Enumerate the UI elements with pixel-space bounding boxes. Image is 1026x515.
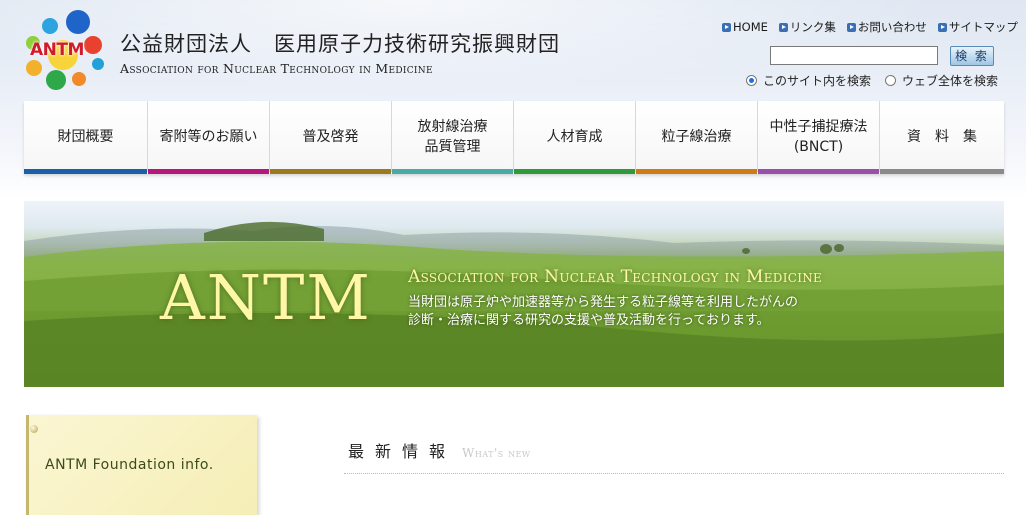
search-input[interactable] [770,46,938,65]
arrow-icon [937,22,947,32]
home-link-label: HOME [733,20,768,34]
nav-label: 寄附等のお願い [159,128,258,145]
nav-item-radiotherapy-qa[interactable]: 放射線治療 品質管理 [392,101,514,174]
arrow-icon [722,22,731,32]
sitemap-link-label: サイトマップ [948,20,1018,34]
nav-label: 資 料 集 [907,128,977,145]
radio-unselected[interactable] [885,75,897,86]
search-site-label: このサイト内を検索 [763,74,872,88]
foundation-info-card[interactable]: ANTM Foundation info. [26,415,257,515]
banner-title: ANTM [160,261,372,334]
arrow-icon [778,22,788,32]
radio-selected[interactable] [746,75,757,86]
nav-label: 粒子線治療 [661,128,732,145]
nav-color-bar [392,169,513,174]
logo-dot [66,10,90,34]
utility-links: HOME リンク集 お問い合わせ サイトマップ [722,19,1026,35]
main-nav: 財団概要 寄附等のお願い 普及啓発 放射線治療 品質管理 人材育成 粒子線治療 … [24,101,1004,174]
logo-dot [42,18,58,34]
contact-link-label: お問い合わせ [857,20,927,34]
nav-item-foundation-overview[interactable]: 財団概要 [24,101,148,174]
news-divider [344,473,1004,474]
hero-banner: ANTM Association for Nuclear Technology … [24,201,1004,387]
logo-dot [26,60,42,76]
nav-label: 中性子捕捉療法 (BNCT) [769,118,868,155]
news-heading-en: What's new [462,446,531,460]
nav-label: 財団概要 [57,128,114,145]
nav-label: 放射線治療 品質管理 [417,118,488,155]
nav-color-bar [758,169,879,174]
org-name-jp: 公益財団法人 医用原子力技術研究振興財団 [120,32,560,56]
contact-link[interactable]: お問い合わせ [846,19,927,35]
nav-color-bar [514,169,635,174]
pin-icon [30,425,38,433]
nav-item-materials[interactable]: 資 料 集 [880,101,1004,174]
logo-dot [72,72,86,86]
logo-dot [46,70,66,90]
org-name-en: Association for Nuclear Technology in Me… [120,61,433,76]
logo-dot [84,36,102,54]
home-link[interactable]: HOME [722,19,768,35]
sitemap-link[interactable]: サイトマップ [937,19,1018,35]
nav-item-donation[interactable]: 寄附等のお願い [148,101,270,174]
search-web-label: ウェブ全体を検索 [902,74,999,88]
nav-color-bar [636,169,757,174]
foundation-info-label: ANTM Foundation info. [45,457,214,473]
news-heading-jp: 最新情報 [348,442,457,461]
search-button[interactable]: 検 索 [950,46,994,66]
banner-description: 当財団は原子炉や加速器等から発生する粒子線等を利用したがんの 診断・治療に関する… [408,295,799,328]
search-site-option[interactable]: このサイト内を検索 [746,72,871,89]
nav-item-outreach[interactable]: 普及啓発 [270,101,392,174]
nav-color-bar [148,169,269,174]
logo-text: ANTM [30,40,84,60]
antm-logo[interactable]: ANTM [22,10,106,92]
banner-subtitle: Association for Nuclear Technology in Me… [408,267,823,287]
arrow-icon [846,22,856,32]
nav-item-bnct[interactable]: 中性子捕捉療法 (BNCT) [758,101,880,174]
nav-item-training[interactable]: 人材育成 [514,101,636,174]
links-link[interactable]: リンク集 [778,19,836,35]
logo-dot [92,58,104,70]
nav-color-bar [880,169,1004,174]
news-heading: 最新情報 What's new [348,438,531,462]
search-web-option[interactable]: ウェブ全体を検索 [885,72,998,89]
nav-item-particle-therapy[interactable]: 粒子線治療 [636,101,758,174]
nav-color-bar [24,169,147,174]
nav-color-bar [270,169,391,174]
nav-label: 普及啓発 [302,128,359,145]
links-link-label: リンク集 [789,20,836,34]
search-scope: このサイト内を検索 ウェブ全体を検索 [746,72,1012,89]
nav-label: 人材育成 [546,128,603,145]
